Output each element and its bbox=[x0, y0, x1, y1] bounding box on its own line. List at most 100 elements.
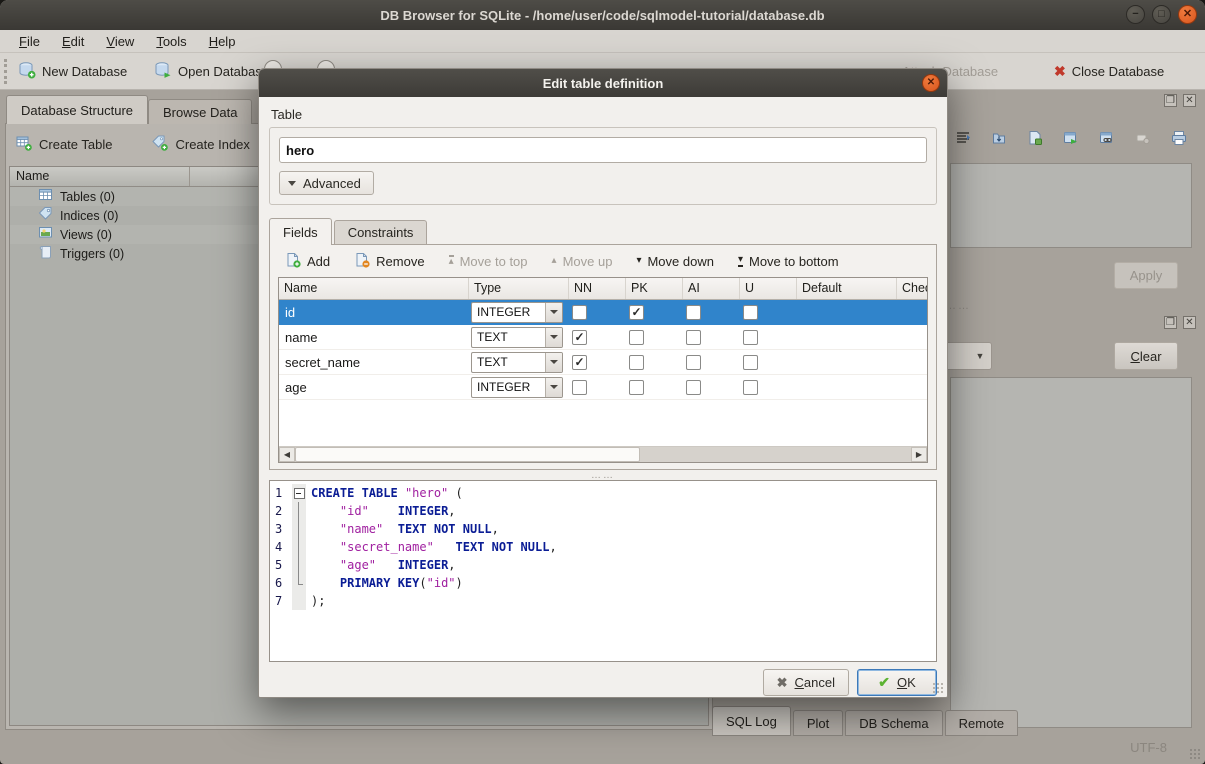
column-header-default[interactable]: Default bbox=[797, 278, 897, 299]
dock-close-icon[interactable]: ✕ bbox=[1183, 316, 1196, 329]
menu-tools[interactable]: Tools bbox=[147, 32, 195, 51]
u-checkbox[interactable] bbox=[743, 355, 758, 370]
pk-checkbox[interactable] bbox=[629, 330, 644, 345]
dock-float-icon[interactable]: ❐ bbox=[1164, 94, 1177, 107]
toolbar-drag-handle[interactable] bbox=[4, 59, 7, 84]
pk-checkbox[interactable] bbox=[629, 380, 644, 395]
scrollbar-thumb[interactable] bbox=[295, 447, 640, 462]
clear-button[interactable]: Clear bbox=[1114, 342, 1178, 370]
maximize-icon[interactable]: □ bbox=[1152, 5, 1171, 24]
u-checkbox[interactable] bbox=[743, 380, 758, 395]
column-header-check[interactable]: Check bbox=[897, 278, 928, 299]
cancel-button[interactable]: ✖ Cancel bbox=[763, 669, 849, 696]
chevron-down-icon[interactable] bbox=[545, 378, 562, 397]
table-name-group: Advanced bbox=[269, 127, 937, 205]
nn-checkbox[interactable]: ✓ bbox=[572, 355, 587, 370]
tab-remote[interactable]: Remote bbox=[945, 710, 1019, 736]
open-database-button[interactable]: Open Database bbox=[148, 57, 275, 86]
table-name-input[interactable] bbox=[279, 137, 927, 163]
import-icon[interactable] bbox=[988, 127, 1010, 149]
create-index-button[interactable]: Create Index bbox=[146, 133, 255, 156]
encoding-indicator[interactable]: UTF-8 bbox=[1130, 740, 1167, 755]
column-header-name[interactable]: Name bbox=[279, 278, 469, 299]
tab-fields[interactable]: Fields bbox=[269, 218, 332, 245]
move-to-bottom-button[interactable]: ▾Move to bottom bbox=[731, 251, 846, 272]
dialog-close-icon[interactable]: ✕ bbox=[922, 74, 940, 92]
add-button[interactable]: Add bbox=[278, 249, 337, 274]
dialog-titlebar[interactable]: Edit table definition ✕ bbox=[259, 69, 947, 97]
mode-icon[interactable] bbox=[952, 127, 974, 149]
column-header-u[interactable]: U bbox=[740, 278, 797, 299]
fold-marker-icon[interactable] bbox=[292, 484, 306, 502]
tab-database-structure[interactable]: Database Structure bbox=[6, 95, 148, 124]
ok-button[interactable]: ✔ OK bbox=[857, 669, 937, 696]
type-combobox[interactable]: INTEGER bbox=[471, 302, 563, 323]
fold-gutter bbox=[292, 556, 306, 574]
dock-float-icon[interactable]: ❐ bbox=[1164, 316, 1177, 329]
tab-constraints[interactable]: Constraints bbox=[334, 220, 428, 244]
scroll-right-icon[interactable]: ▶ bbox=[911, 447, 927, 462]
scroll-left-icon[interactable]: ◀ bbox=[279, 447, 295, 462]
menu-file[interactable]: File bbox=[10, 32, 49, 51]
type-combobox[interactable]: INTEGER bbox=[471, 377, 563, 398]
u-checkbox[interactable] bbox=[743, 330, 758, 345]
apply-button[interactable]: Apply bbox=[1114, 262, 1178, 289]
create-table-button[interactable]: Create Table bbox=[10, 133, 118, 156]
ai-checkbox[interactable] bbox=[686, 330, 701, 345]
resize-grip[interactable] bbox=[1189, 748, 1201, 760]
type-combobox[interactable]: TEXT bbox=[471, 327, 563, 348]
dialog-button-box: ✖ Cancel ✔ OK bbox=[269, 669, 937, 696]
menu-help[interactable]: Help bbox=[200, 32, 245, 51]
u-checkbox[interactable] bbox=[743, 305, 758, 320]
nn-checkbox[interactable] bbox=[572, 305, 587, 320]
print-icon[interactable] bbox=[1168, 127, 1190, 149]
cell-editor-area[interactable] bbox=[950, 163, 1192, 248]
chevron-down-icon[interactable] bbox=[545, 303, 562, 322]
horizontal-scrollbar[interactable]: ◀ ▶ bbox=[279, 446, 927, 462]
remove-button[interactable]: Remove bbox=[347, 249, 431, 274]
export-icon[interactable] bbox=[1024, 127, 1046, 149]
close-database-button[interactable]: ✖ Close Database bbox=[1048, 57, 1170, 86]
close-icon[interactable]: ✕ bbox=[1178, 5, 1197, 24]
column-header-nn[interactable]: NN bbox=[569, 278, 626, 299]
tab-plot[interactable]: Plot bbox=[793, 710, 843, 736]
ai-checkbox[interactable] bbox=[686, 380, 701, 395]
sql-preview[interactable]: 1CREATE TABLE "hero" (2 "id" INTEGER,3 "… bbox=[269, 480, 937, 662]
field-row-age[interactable]: ageINTEGER bbox=[279, 375, 927, 400]
advanced-button[interactable]: Advanced bbox=[279, 171, 374, 195]
field-row-name[interactable]: nameTEXT✓ bbox=[279, 325, 927, 350]
tab-sql-log[interactable]: SQL Log bbox=[712, 706, 791, 736]
create-index-icon bbox=[152, 135, 168, 154]
new-database-button[interactable]: New Database bbox=[12, 57, 133, 86]
ai-checkbox[interactable] bbox=[686, 305, 701, 320]
chevron-down-icon[interactable] bbox=[545, 353, 562, 372]
field-row-id[interactable]: idINTEGER✓ bbox=[279, 300, 927, 325]
menu-edit[interactable]: Edit bbox=[53, 32, 93, 51]
chevron-down-icon[interactable] bbox=[545, 328, 562, 347]
nn-checkbox[interactable]: ✓ bbox=[572, 330, 587, 345]
sql-log-area[interactable] bbox=[950, 377, 1192, 728]
tab-db-schema[interactable]: DB Schema bbox=[845, 710, 942, 736]
dock-close-icon[interactable]: ✕ bbox=[1183, 94, 1196, 107]
field-row-secret_name[interactable]: secret_nameTEXT✓ bbox=[279, 350, 927, 375]
tab-browse-data[interactable]: Browse Data bbox=[148, 99, 252, 124]
move-to-top-button[interactable]: ▴Move to top bbox=[442, 251, 535, 272]
ai-checkbox[interactable] bbox=[686, 355, 701, 370]
sql-line: 4 "secret_name" TEXT NOT NULL, bbox=[270, 538, 936, 556]
nn-checkbox[interactable] bbox=[572, 380, 587, 395]
null-icon[interactable] bbox=[1132, 127, 1154, 149]
dock-splitter-handle[interactable]: …… bbox=[945, 300, 971, 312]
type-combobox[interactable]: TEXT bbox=[471, 352, 563, 373]
link-icon[interactable] bbox=[1096, 127, 1118, 149]
column-header-ai[interactable]: AI bbox=[683, 278, 740, 299]
move-up-button[interactable]: ▴Move up bbox=[545, 251, 620, 272]
open-window-icon[interactable] bbox=[1060, 127, 1082, 149]
move-down-button[interactable]: ▾Move down bbox=[629, 251, 721, 272]
column-header-pk[interactable]: PK bbox=[626, 278, 683, 299]
menu-view[interactable]: View bbox=[97, 32, 143, 51]
pk-checkbox[interactable] bbox=[629, 355, 644, 370]
column-header-type[interactable]: Type bbox=[469, 278, 569, 299]
pk-checkbox[interactable]: ✓ bbox=[629, 305, 644, 320]
minimize-icon[interactable]: − bbox=[1126, 5, 1145, 24]
dialog-splitter-handle[interactable]: …… bbox=[269, 470, 937, 480]
